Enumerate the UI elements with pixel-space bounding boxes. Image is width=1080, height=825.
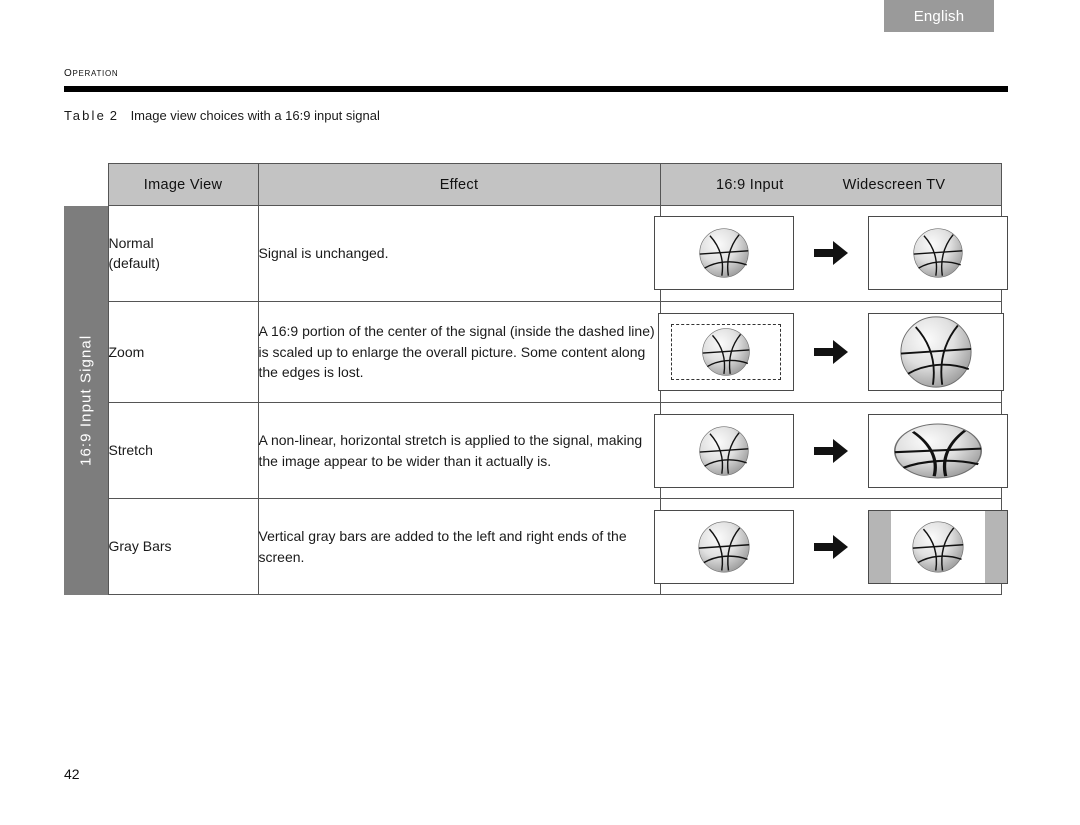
basketball-glyph: [698, 520, 750, 573]
image-view-table: Image View Effect 16:9 Input Widescreen …: [64, 163, 1008, 595]
output-screen-normal: [867, 216, 1008, 291]
right-arrow-icon: [813, 438, 848, 463]
input-screen-zoom: [657, 313, 794, 391]
table-row: Gray Bars Vertical gray bars are added t…: [64, 498, 1008, 595]
image-view-name: Gray Bars: [108, 538, 172, 555]
output-screen-zoom: [867, 313, 1004, 391]
cell-effect: A 16:9 portion of the center of the sign…: [258, 301, 661, 404]
column-header-effect: Effect: [258, 163, 661, 206]
basketball-icon: [655, 511, 793, 583]
side-tab-label: 16:9 Input Signal: [77, 334, 95, 466]
basketball-icon: [869, 511, 1007, 583]
image-view-name: Stretch: [108, 442, 153, 459]
basketball-icon: [659, 314, 793, 390]
basketball-glyph: [912, 520, 964, 573]
output-screen-graybars: [867, 509, 1008, 584]
table-caption-number: 2: [109, 108, 117, 123]
language-tab-label: English: [913, 7, 965, 25]
right-arrow-icon: [813, 241, 848, 266]
cell-illustration-zoom: [657, 301, 1004, 404]
basketball-glyph: [913, 228, 963, 279]
basketball-glyph: [900, 316, 972, 388]
column-header-image-view: Image View: [107, 163, 259, 206]
right-arrow-icon: [813, 340, 848, 364]
side-tab-input-signal: 16:9 Input Signal: [64, 205, 108, 595]
cell-illustration-normal: [653, 205, 1008, 302]
basketball-icon: [655, 415, 793, 487]
input-screen-graybars: [653, 509, 794, 584]
running-head-section: Operation: [64, 64, 119, 80]
column-header-input: 16:9 Input: [716, 176, 784, 193]
table-caption: Table 2 Image view choices with a 16:9 i…: [64, 108, 380, 123]
image-view-name: Zoom: [108, 343, 145, 360]
cell-effect: Vertical gray bars are added to the left…: [258, 498, 661, 595]
cell-image-view: Zoom: [107, 301, 259, 404]
basketball-glyph: [699, 228, 749, 279]
basketball-glyph: [699, 425, 749, 476]
basketball-icon: [655, 217, 793, 289]
cell-image-view: Normal (default): [107, 205, 259, 302]
table-caption-label: Table: [64, 108, 107, 123]
column-header-output: Widescreen TV: [842, 176, 946, 193]
table-row: Zoom A 16:9 portion of the center of the…: [64, 301, 1004, 404]
output-screen-stretch: [867, 413, 1008, 488]
cell-image-view: Stretch: [107, 402, 259, 500]
table-caption-text: Image view choices with a 16:9 input sig…: [130, 108, 380, 123]
cell-illustration-graybars: [653, 498, 1008, 595]
language-tab[interactable]: English: [884, 0, 994, 32]
basketball-stretched-icon: [869, 415, 1007, 487]
image-view-sub: (default): [108, 255, 160, 272]
table-header-row: Image View Effect 16:9 Input Widescreen …: [64, 163, 1002, 206]
right-arrow-icon: [813, 534, 848, 559]
cell-effect: A non-linear, horizontal stretch is appl…: [258, 402, 661, 500]
input-screen-normal: [653, 216, 794, 291]
column-header-illustration: 16:9 Input Widescreen TV: [660, 163, 1002, 206]
cell-effect: Signal is unchanged.: [258, 205, 661, 302]
header-rule: [64, 86, 1008, 92]
page-number: 42: [64, 766, 80, 782]
cell-image-view: Gray Bars: [107, 498, 259, 595]
basketball-icon: [869, 217, 1007, 289]
image-view-name: Normal: [108, 235, 154, 252]
header-corner-spacer: [64, 163, 108, 206]
input-screen-stretch: [653, 413, 794, 488]
basketball-glyph: [702, 328, 750, 376]
table-row: 16:9 Input Signal Normal (default) Signa…: [64, 205, 1008, 595]
table-row: Stretch A non-linear, horizontal stretch…: [64, 402, 1008, 500]
cell-illustration-stretch: [653, 402, 1008, 500]
table: Image View Effect 16:9 Input Widescreen …: [64, 163, 1008, 595]
basketball-glyph-stretched: [893, 423, 982, 479]
basketball-icon: [869, 314, 1003, 390]
